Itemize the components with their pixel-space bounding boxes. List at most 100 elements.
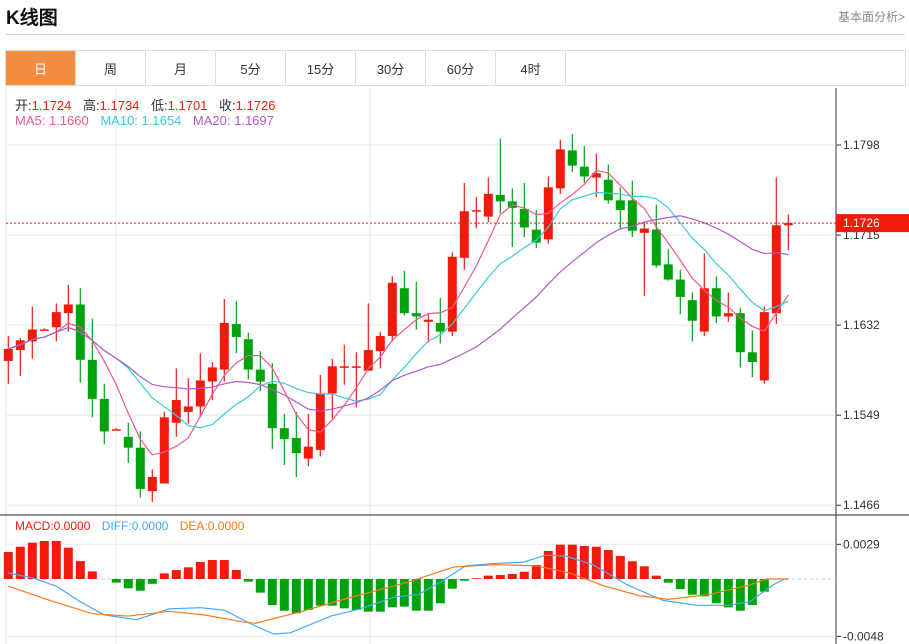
macd-bar — [195, 562, 205, 579]
open-value: 1.1724 — [31, 98, 72, 113]
candle-body — [603, 179, 613, 201]
ma10-value: MA10: 1.1654 — [100, 113, 182, 128]
macd-bar — [231, 570, 241, 579]
macd-bar — [495, 575, 505, 579]
candle-body — [555, 149, 565, 189]
macd-bar — [471, 578, 481, 579]
candle-body — [639, 228, 649, 233]
macd-bar — [519, 571, 529, 579]
candle-body — [651, 229, 661, 266]
candle-body — [723, 313, 733, 317]
candle-body — [135, 447, 145, 489]
diff-value: DIFF:0.0000 — [101, 519, 169, 533]
macd-bar — [591, 546, 601, 579]
macd-bar — [507, 573, 517, 579]
candle-body — [207, 367, 217, 382]
candle-body — [615, 200, 625, 211]
macd-bar — [483, 575, 493, 579]
candle-body — [351, 366, 361, 368]
candle-body — [759, 312, 769, 381]
macd-bar — [603, 550, 613, 579]
macd-bar — [147, 579, 157, 584]
dea-line — [8, 564, 789, 624]
macd-bar — [279, 579, 289, 611]
macd-bar — [15, 546, 25, 579]
macd-bar — [711, 579, 721, 604]
candle-body — [327, 366, 337, 394]
macd-bar — [555, 544, 565, 579]
macd-bar — [663, 579, 673, 583]
candle-body — [687, 300, 697, 321]
candle-body — [243, 339, 253, 370]
candle-body — [483, 193, 493, 217]
macd-bar — [243, 579, 253, 582]
macd-bar — [735, 579, 745, 611]
macd-bar — [723, 579, 733, 608]
macd-tick-label: 0.0029 — [843, 537, 880, 551]
high-value: 1.1734 — [99, 98, 140, 113]
candle-body — [735, 313, 745, 353]
ma5-line — [8, 169, 789, 456]
macd-bar — [75, 561, 85, 579]
macd-bar — [315, 579, 325, 606]
candle-body — [387, 282, 397, 336]
macd-bar — [183, 567, 193, 579]
candle-body — [219, 322, 229, 370]
candle-body — [663, 264, 673, 280]
macd-bar — [3, 551, 13, 579]
candle-body — [771, 225, 781, 314]
macd-bar — [159, 573, 169, 579]
macd-tick-label: -0.0048 — [843, 629, 884, 643]
candle-body — [435, 322, 445, 332]
candle-body — [111, 429, 121, 431]
candle-body — [147, 477, 157, 492]
high-label: 高: — [83, 98, 100, 113]
macd-bar — [615, 556, 625, 579]
macd-bar — [675, 579, 685, 590]
candle-body — [279, 428, 289, 440]
macd-bar — [255, 579, 265, 593]
macd-bar — [39, 540, 49, 579]
ma5-value: MA5: 1.1660 — [15, 113, 89, 128]
macd-bar — [171, 570, 181, 579]
macd-bar — [651, 575, 661, 579]
macd-bar — [219, 559, 229, 579]
macd-bar — [339, 579, 349, 609]
candle-body — [231, 324, 241, 338]
candle-body — [99, 398, 109, 432]
macd-readout: MACD:0.0000 DIFF:0.0000 DEA:0.0000 — [15, 519, 252, 533]
macd-bar — [423, 579, 433, 611]
macd-bar — [27, 542, 37, 579]
candle-body — [195, 380, 205, 407]
dea-value: DEA:0.0000 — [179, 519, 245, 533]
candle-body — [123, 436, 133, 448]
macd-bar — [639, 566, 649, 579]
candle-body — [255, 369, 265, 382]
candle-body — [699, 288, 709, 332]
macd-bar — [267, 579, 277, 605]
macd-bar — [123, 579, 133, 589]
open-label: 开: — [15, 98, 32, 113]
candle-body — [87, 359, 97, 399]
macd-bar — [687, 579, 697, 595]
candle-body — [579, 166, 589, 177]
macd-bar — [447, 579, 457, 589]
low-value: 1.1701 — [167, 98, 208, 113]
diff-line — [8, 554, 789, 635]
price-tick-label: 1.1798 — [843, 138, 880, 152]
price-tick-label: 1.1632 — [843, 318, 880, 332]
low-label: 低: — [151, 98, 168, 113]
macd-bar — [387, 579, 397, 608]
macd-bar — [291, 579, 301, 614]
candle-body — [363, 350, 373, 371]
candle-body — [51, 312, 61, 328]
candle-body — [183, 406, 193, 412]
macd-bar — [375, 579, 385, 612]
macd-bar — [87, 571, 97, 579]
macd-bar — [135, 579, 145, 591]
candle-body — [471, 210, 481, 212]
macd-bar — [699, 579, 709, 597]
macd-value: MACD:0.0000 — [15, 519, 91, 533]
close-label: 收: — [219, 98, 236, 113]
price-tick-label: 1.1466 — [843, 498, 880, 512]
